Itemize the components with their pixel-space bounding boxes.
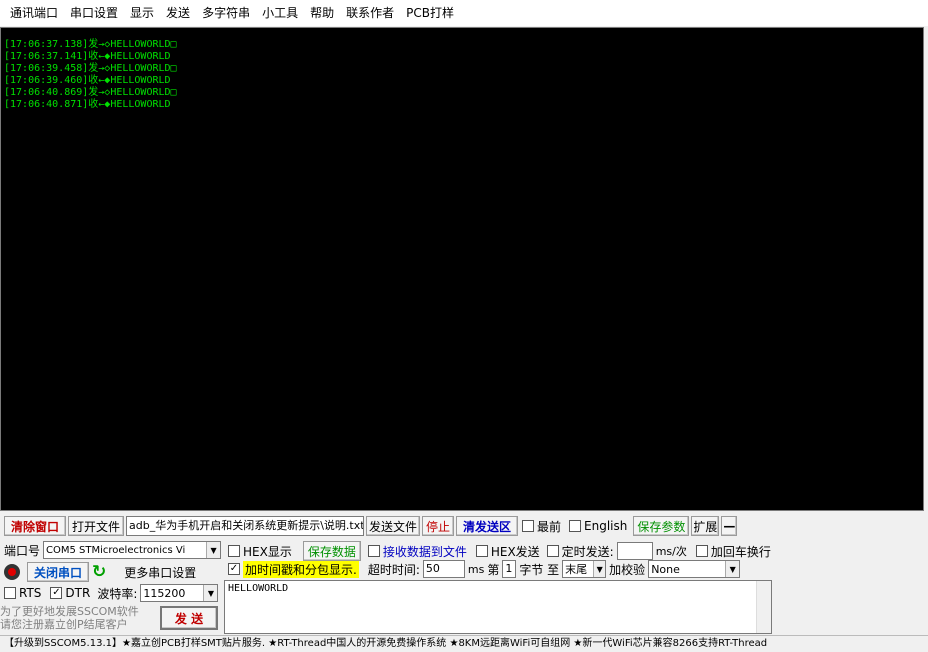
dtr-checkbox[interactable]: ✓	[50, 587, 63, 599]
timed-send-label: 定时发送:	[561, 544, 614, 559]
dtr-label: DTR	[65, 586, 91, 600]
chevron-down-icon: ▼	[725, 561, 740, 577]
menu-bar: 通讯端口 串口设置 显示 发送 多字符串 小工具 帮助 联系作者 PCB打样	[0, 0, 928, 26]
file-path-input[interactable]: adb_华为手机开启和关闭系统更新提示\说明.txt	[126, 516, 364, 536]
send-button[interactable]: 发 送	[160, 606, 218, 630]
add-crlf-checkbox[interactable]	[695, 545, 708, 557]
promo-text: 为了更好地发展SSCOM软件 请您注册嘉立创P结尾客户	[0, 605, 145, 631]
menu-contact-author[interactable]: 联系作者	[340, 0, 400, 26]
byte-to-label: 字节 至	[519, 562, 560, 577]
hex-send-checkbox[interactable]	[475, 545, 488, 557]
baud-value: 115200	[143, 586, 186, 600]
promo-line: 请您注册嘉立创P结尾客户	[0, 618, 128, 631]
port-panel: 端口号 COM5 STMicroelectronics Vi ▼ 关闭串口 ↻ …	[0, 539, 222, 634]
english-label: English	[584, 519, 628, 533]
chevron-down-icon: ▼	[206, 542, 221, 558]
log-line: [17:06:40.871]收←◆HELLOWORLD	[4, 99, 171, 110]
checksum-label: 加校验	[609, 562, 646, 577]
save-data-button[interactable]: 保存数据	[302, 541, 361, 561]
rts-checkbox[interactable]	[4, 587, 16, 599]
timestamp-label: 加时间戳和分包显示.	[243, 560, 359, 578]
chevron-down-icon: ▼	[203, 585, 218, 601]
rts-label: RTS	[19, 586, 42, 600]
nth-label: 第	[487, 562, 500, 577]
stop-button[interactable]: 停止	[422, 516, 454, 536]
menu-multi-string[interactable]: 多字符串	[196, 0, 256, 26]
port-value: COM5 STMicroelectronics Vi	[46, 544, 186, 556]
timed-interval-input[interactable]	[616, 542, 653, 560]
menu-comm-port[interactable]: 通讯端口	[4, 0, 64, 26]
recv-to-file-label: 接收数据到文件	[382, 544, 467, 559]
save-params-button[interactable]: 保存参数	[633, 516, 690, 536]
log-line: [17:06:40.869]发→◇HELLOWORLD□	[4, 87, 177, 98]
clear-send-button[interactable]: 清发送区	[456, 516, 518, 536]
log-line: [17:06:39.460]收←◆HELLOWORLD	[4, 75, 171, 86]
close-port-button[interactable]: 关闭串口	[27, 562, 89, 582]
timestamp-checkbox[interactable]: ✓	[228, 563, 240, 575]
topmost-label: 最前	[537, 519, 562, 534]
hex-display-label: HEX显示	[243, 544, 292, 559]
add-crlf-label: 加回车换行	[710, 544, 771, 559]
record-icon	[4, 564, 20, 580]
english-checkbox[interactable]: English	[569, 519, 627, 533]
port-label: 端口号	[4, 543, 41, 558]
send-text: HELLOWORLD	[228, 583, 289, 594]
chevron-down-icon: ▼	[593, 561, 606, 577]
byte-end-value: 末尾	[565, 563, 588, 576]
port-select[interactable]: COM5 STMicroelectronics Vi ▼	[43, 541, 222, 559]
more-serial-settings-button[interactable]: 更多串口设置	[123, 562, 197, 582]
checkbox-box	[522, 520, 534, 532]
menu-tools[interactable]: 小工具	[256, 0, 304, 26]
send-textarea[interactable]: HELLOWORLD	[224, 580, 772, 634]
file-toolbar: 清除窗口 打开文件 adb_华为手机开启和关闭系统更新提示\说明.txt 发送文…	[0, 514, 928, 538]
log-line: [17:06:39.458]发→◇HELLOWORLD□	[4, 63, 177, 74]
menu-help[interactable]: 帮助	[304, 0, 340, 26]
timeout-input[interactable]: 50	[422, 560, 465, 578]
timed-send-checkbox[interactable]	[546, 545, 559, 557]
baud-label: 波特率:	[97, 586, 138, 601]
log-line: [17:06:37.138]发→◇HELLOWORLD□	[4, 39, 177, 50]
byte-start-input[interactable]: 1	[502, 560, 517, 578]
timeout-unit: ms	[467, 562, 485, 576]
clear-window-button[interactable]: 清除窗口	[4, 516, 66, 536]
send-file-button[interactable]: 发送文件	[366, 516, 420, 536]
baud-select[interactable]: 115200 ▼	[140, 584, 219, 602]
timeout-label: 超时时间:	[367, 562, 420, 577]
recv-to-file-checkbox[interactable]	[367, 545, 380, 557]
send-scrollbar[interactable]	[756, 581, 771, 633]
timed-unit-label: ms/次	[655, 545, 687, 558]
menu-display[interactable]: 显示	[124, 0, 160, 26]
open-file-button[interactable]: 打开文件	[68, 516, 124, 536]
menu-send[interactable]: 发送	[160, 0, 196, 26]
expand-button[interactable]: 扩展	[691, 516, 720, 536]
byte-end-select[interactable]: 末尾 ▼	[562, 560, 607, 578]
checksum-value: None	[651, 562, 680, 576]
hex-display-checkbox[interactable]	[228, 545, 240, 557]
status-bar: 【升级到SSCOM5.13.1】★嘉立创PCB打样SMT贴片服务. ★RT-Th…	[0, 635, 928, 652]
topmost-checkbox[interactable]: 最前	[522, 518, 561, 535]
collapse-button[interactable]: —	[721, 516, 738, 536]
promo-line: 为了更好地发展SSCOM软件	[0, 605, 139, 618]
refresh-icon[interactable]: ↻	[92, 563, 106, 581]
menu-pcb[interactable]: PCB打样	[400, 0, 460, 26]
hex-send-label: HEX发送	[490, 544, 540, 559]
checkbox-box	[569, 520, 582, 532]
checksum-select[interactable]: None ▼	[648, 560, 741, 578]
log-line: [17:06:37.141]收←◆HELLOWORLD	[4, 51, 171, 62]
receive-window[interactable]: [17:06:37.138]发→◇HELLOWORLD□ [17:06:37.1…	[0, 27, 924, 511]
options-panel: HEX显示 保存数据 接收数据到文件 HEX发送 定时发送: ms/次 加回车换…	[224, 539, 776, 579]
menu-serial-settings[interactable]: 串口设置	[64, 0, 124, 26]
